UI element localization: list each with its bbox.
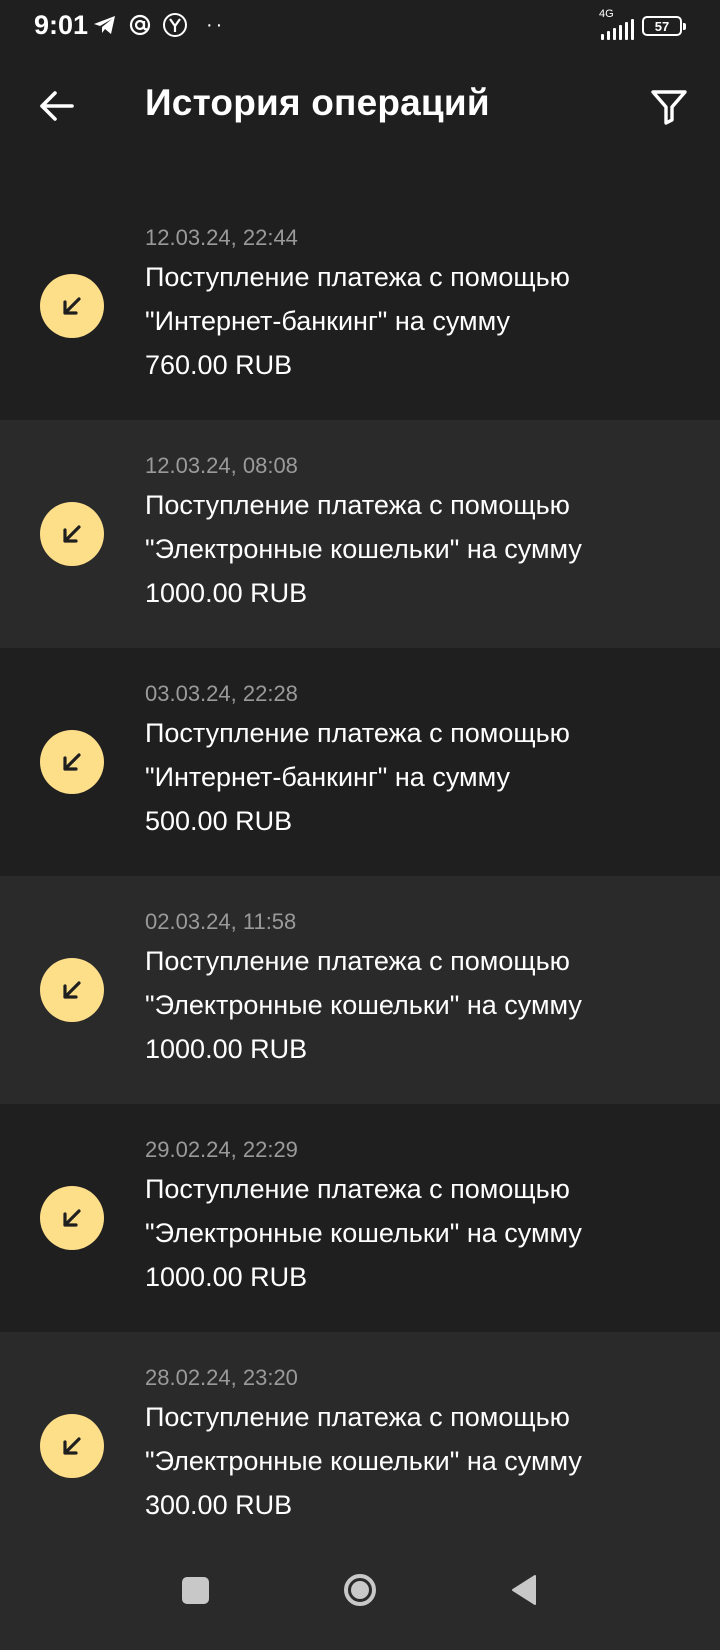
system-back-button[interactable] [496, 1562, 552, 1618]
operation-row[interactable]: 02.03.24, 11:58 Поступление платежа с по… [0, 876, 720, 1104]
home-circle-icon [344, 1574, 376, 1606]
operation-amount: 1000.00 RUB [145, 1034, 308, 1064]
operation-row[interactable]: 12.03.24, 08:08 Поступление платежа с по… [0, 420, 720, 648]
back-triangle-icon [512, 1575, 536, 1605]
operation-line-1: Поступление платежа с помощью [145, 946, 570, 976]
app-bar: История операций [0, 54, 720, 164]
operation-date: 03.03.24, 22:28 [145, 681, 298, 706]
operation-line-1: Поступление платежа с помощью [145, 718, 570, 748]
status-bar: 9:01 ·· 4G 57 [0, 0, 720, 54]
incoming-arrow-icon [40, 730, 104, 794]
system-nav-bar [0, 1530, 720, 1650]
battery-level: 57 [654, 18, 670, 34]
operation-date: 12.03.24, 08:08 [145, 453, 298, 478]
recent-apps-button[interactable] [167, 1562, 223, 1618]
operation-line-2: "Интернет-банкинг" на сумму [145, 762, 510, 792]
home-button[interactable] [332, 1562, 388, 1618]
status-icons-left: ·· [92, 12, 225, 38]
operation-date: 12.03.24, 22:44 [145, 225, 298, 250]
operation-date: 02.03.24, 11:58 [145, 909, 297, 934]
operation-amount: 760.00 RUB [145, 350, 293, 380]
operation-text: 29.02.24, 22:29 Поступление платежа с по… [145, 1137, 700, 1299]
page-title: История операций [145, 82, 490, 123]
recent-apps-square-icon [181, 1576, 209, 1604]
at-sign-icon [128, 13, 152, 37]
operation-row[interactable]: 12.03.24, 22:44 Поступление платежа с по… [0, 192, 720, 420]
incoming-arrow-icon [40, 502, 104, 566]
operation-line-1: Поступление платежа с помощью [145, 490, 570, 520]
operation-line-1: Поступление платежа с помощью [145, 1402, 570, 1432]
operation-text: 12.03.24, 22:44 Поступление платежа с по… [145, 225, 700, 387]
signal-strength-icon: 4G [599, 8, 634, 40]
filter-funnel-icon [651, 90, 687, 125]
operation-line-2: "Электронные кошельки" на сумму [145, 1446, 582, 1476]
operation-line-2: "Электронные кошельки" на сумму [145, 1218, 582, 1248]
back-button[interactable] [36, 86, 76, 126]
network-type: 4G [599, 8, 614, 20]
incoming-arrow-icon [40, 274, 104, 338]
operation-line-1: Поступление платежа с помощью [145, 1174, 570, 1204]
yandex-icon [162, 12, 188, 38]
operation-line-1: Поступление платежа с помощью [145, 262, 570, 292]
operation-amount: 300.00 RUB [145, 1490, 293, 1520]
operations-list: 12.03.24, 22:44 Поступление платежа с по… [0, 192, 720, 1560]
operation-row[interactable]: 03.03.24, 22:28 Поступление платежа с по… [0, 648, 720, 876]
operation-line-2: "Интернет-банкинг" на сумму [145, 306, 510, 336]
telegram-icon [92, 13, 118, 37]
operation-text: 12.03.24, 08:08 Поступление платежа с по… [145, 453, 700, 615]
filter-button[interactable] [646, 84, 692, 130]
incoming-arrow-icon [40, 1414, 104, 1478]
operation-row[interactable]: 29.02.24, 22:29 Поступление платежа с по… [0, 1104, 720, 1332]
screen: 9:01 ·· 4G 57 История операций 12.03.24,… [0, 0, 720, 1650]
operation-text: 28.02.24, 23:20 Поступление платежа с по… [145, 1365, 700, 1527]
incoming-arrow-icon [40, 958, 104, 1022]
status-time: 9:01 [34, 10, 89, 40]
operation-text: 03.03.24, 22:28 Поступление платежа с по… [145, 681, 700, 843]
status-right: 4G 57 [599, 8, 686, 40]
operation-date: 29.02.24, 22:29 [145, 1137, 298, 1162]
battery-icon: 57 [642, 16, 686, 36]
operation-line-2: "Электронные кошельки" на сумму [145, 990, 582, 1020]
home-circle-inner [351, 1581, 369, 1599]
operation-date: 28.02.24, 23:20 [145, 1365, 298, 1390]
operation-text: 02.03.24, 11:58 Поступление платежа с по… [145, 909, 700, 1071]
more-dots-icon: ·· [206, 13, 226, 36]
arrow-left-icon [40, 91, 74, 121]
operation-amount: 1000.00 RUB [145, 578, 308, 608]
incoming-arrow-icon [40, 1186, 104, 1250]
operation-amount: 1000.00 RUB [145, 1262, 308, 1292]
operation-row[interactable]: 28.02.24, 23:20 Поступление платежа с по… [0, 1332, 720, 1560]
operation-amount: 500.00 RUB [145, 806, 293, 836]
operation-line-2: "Электронные кошельки" на сумму [145, 534, 582, 564]
